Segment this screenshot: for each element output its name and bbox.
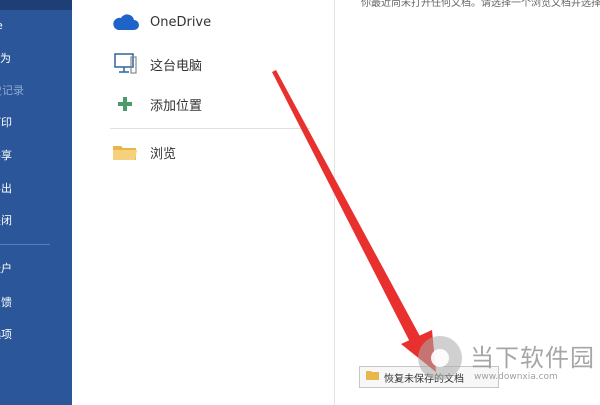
places-panel: OneDrive 这台电脑 添加位置 浏览 xyxy=(72,0,334,405)
place-onedrive[interactable]: OneDrive xyxy=(110,2,310,42)
sidebar-separator xyxy=(0,244,50,245)
watermark-url: www.downxia.com xyxy=(474,372,558,382)
watermark-logo-icon xyxy=(418,336,462,380)
computer-icon xyxy=(110,49,140,79)
sidebar-item-history[interactable]: 历史记录 xyxy=(0,81,52,101)
folder-icon xyxy=(110,137,140,167)
backstage-sidebar: e 另存为 历史记录 打印 共享 导出 关闭 账户 反馈 选项 xyxy=(0,0,72,405)
cloud-icon xyxy=(110,7,140,37)
folder-icon xyxy=(366,368,380,386)
sidebar-item-share[interactable]: 共享 xyxy=(0,146,62,166)
sidebar-item-save-as[interactable]: 另存为 xyxy=(0,49,50,69)
sidebar-item-feedback[interactable]: 反馈 xyxy=(0,293,62,313)
place-label: OneDrive xyxy=(150,14,212,30)
watermark-brand: 当下软件园 xyxy=(470,344,595,372)
place-label: 这台电脑 xyxy=(150,58,203,74)
sidebar-item-account[interactable]: 账户 xyxy=(0,259,62,279)
place-browse[interactable]: 浏览 xyxy=(110,132,310,172)
place-label: 浏览 xyxy=(150,146,177,162)
sidebar-item-options[interactable]: 选项 xyxy=(0,325,62,345)
sidebar-item-close[interactable]: 关闭 xyxy=(0,211,62,231)
empty-recent-hint: 你最近尚未打开任何文档。请选择一个浏览文档并选择位置。 xyxy=(361,0,600,9)
sidebar-item-1[interactable]: e xyxy=(0,16,68,36)
sidebar-item-export[interactable]: 导出 xyxy=(0,179,62,199)
place-label: 添加位置 xyxy=(150,98,203,114)
places-divider xyxy=(110,128,310,129)
place-this-pc[interactable]: 这台电脑 xyxy=(110,44,310,84)
plus-icon xyxy=(110,89,140,119)
sidebar-active-highlight xyxy=(0,0,72,10)
place-add-location[interactable]: 添加位置 xyxy=(110,84,310,124)
watermark: 当下软件园 www.downxia.com xyxy=(418,336,600,391)
sidebar-item-print[interactable]: 打印 xyxy=(0,113,62,133)
